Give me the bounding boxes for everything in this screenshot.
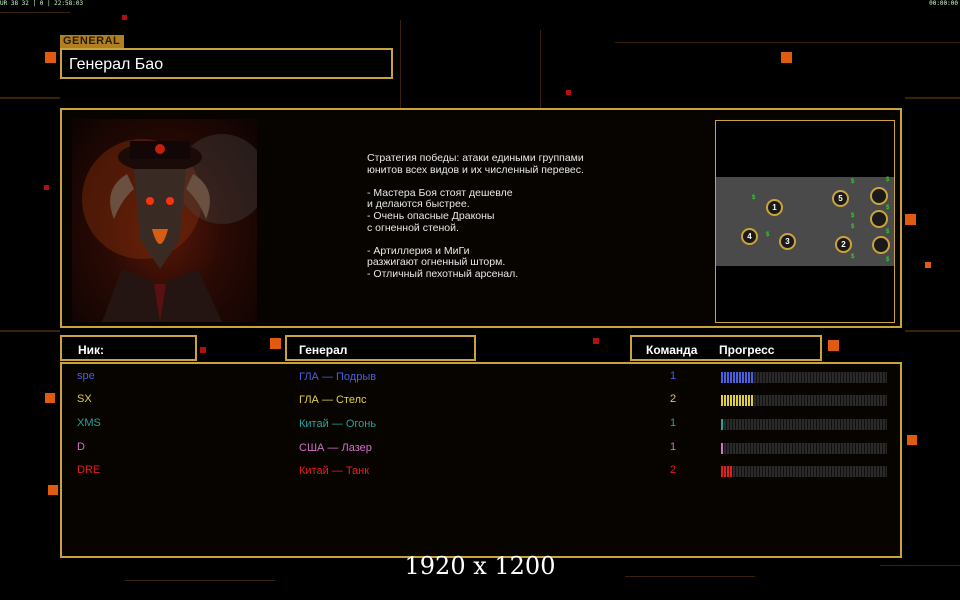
start-position-4[interactable]: 4 (741, 228, 758, 245)
player-general: Китай — Огонь (299, 418, 377, 430)
general-description: Стратегия победы: атаки едиными группами… (367, 152, 584, 280)
start-position-3[interactable]: 3 (779, 233, 796, 250)
cash-marker: $ (886, 229, 890, 235)
cash-marker: $ (851, 179, 855, 185)
start-position-5[interactable]: 5 (832, 190, 849, 207)
player-general: ГЛА — Подрыв (299, 371, 377, 383)
player-row: XMS Китай — Огонь 1 (62, 415, 900, 439)
cash-marker: $ (851, 224, 855, 230)
status-overlay-left: UR 38 32 | 0 | 22:58:03 (0, 0, 84, 7)
start-position-1[interactable]: 1 (766, 199, 783, 216)
general-name: Генерал Бао (69, 56, 164, 73)
minimap[interactable]: 1 2 3 4 5 $ $ $ $ $ $ $ $ $ $ (715, 120, 895, 323)
start-position-empty[interactable] (870, 187, 888, 205)
player-nick: DRE (77, 464, 101, 476)
status-overlay-right: 00:00:00 (929, 0, 958, 7)
bg-dot (44, 185, 49, 190)
minimap-terrain (716, 177, 894, 266)
column-header-progress-label: Прогресс (719, 343, 775, 357)
player-team: 2 (670, 393, 677, 405)
player-nick: XMS (77, 417, 101, 429)
player-nick: D (77, 441, 85, 453)
cash-marker: $ (752, 195, 756, 201)
loading-progress-fill (721, 372, 753, 383)
bg-dot (905, 214, 916, 225)
cash-marker: $ (886, 257, 890, 263)
player-row: D США — Лазер 1 (62, 439, 900, 463)
player-nick: spe (77, 370, 95, 382)
cash-marker: $ (886, 177, 890, 183)
bg-dot (566, 90, 571, 95)
bg-dot (828, 340, 839, 351)
bg-dot (593, 338, 599, 344)
column-header-general: Генерал (285, 335, 476, 361)
bg-dot (122, 15, 127, 20)
player-team: 1 (670, 417, 677, 429)
start-position-2[interactable]: 2 (835, 236, 852, 253)
bg-dot (45, 393, 55, 403)
loading-progress-bar (721, 372, 887, 383)
bg-dot (200, 347, 206, 353)
bg-line (0, 330, 60, 332)
general-tag: GENERAL (60, 35, 124, 48)
column-header-nick: Ник: (60, 335, 197, 361)
bg-dot (270, 338, 281, 349)
loading-progress-bar (721, 419, 887, 430)
loading-progress-bar (721, 466, 887, 477)
loading-progress-bar (721, 395, 887, 406)
column-header-general-label: Генерал (299, 343, 348, 357)
player-team: 1 (670, 370, 677, 382)
player-team: 1 (670, 441, 677, 453)
cash-marker: $ (851, 213, 855, 219)
bg-line (905, 330, 960, 332)
column-header-team-progress: Команда Прогресс (630, 335, 822, 361)
loading-progress-bar (721, 443, 887, 454)
loading-progress-fill (721, 443, 725, 454)
resolution-caption: 1920 x 1200 (404, 552, 556, 580)
bg-line (905, 97, 960, 99)
player-general: США — Лазер (299, 442, 372, 454)
player-general: Китай — Танк (299, 465, 370, 477)
bg-line (0, 12, 70, 13)
player-team: 2 (670, 464, 677, 476)
loading-progress-fill (721, 395, 753, 406)
loading-progress-fill (721, 466, 733, 477)
cash-marker: $ (851, 254, 855, 260)
player-general: ГЛА — Стелс (299, 394, 367, 406)
general-name-box: Генерал Бао (60, 48, 393, 79)
player-row: spe ГЛА — Подрыв 1 (62, 368, 900, 392)
start-position-empty[interactable] (870, 210, 888, 228)
player-row: SX ГЛА — Стелс 2 (62, 391, 900, 415)
bg-line (615, 42, 960, 43)
player-row: DRE Китай — Танк 2 (62, 462, 900, 486)
start-position-empty[interactable] (872, 236, 890, 254)
general-portrait (72, 119, 257, 322)
bg-line (400, 20, 401, 108)
bg-dot (907, 435, 917, 445)
column-header-team-label: Команда (646, 343, 698, 357)
bg-dot (925, 262, 931, 268)
general-info-panel: Стратегия победы: атаки едиными группами… (60, 108, 902, 328)
loading-progress-fill (721, 419, 725, 430)
bg-dot (45, 52, 56, 63)
bg-dot (781, 52, 792, 63)
player-nick: SX (77, 393, 92, 405)
cash-marker: $ (766, 232, 770, 238)
players-panel: spe ГЛА — Подрыв 1 SX ГЛА — Стелс 2 XMS … (60, 362, 902, 558)
bg-line (125, 580, 275, 581)
column-header-nick-label: Ник: (78, 343, 105, 357)
bg-line (540, 30, 541, 108)
bg-line (0, 97, 60, 99)
cash-marker: $ (886, 205, 890, 211)
bg-dot (48, 485, 58, 495)
